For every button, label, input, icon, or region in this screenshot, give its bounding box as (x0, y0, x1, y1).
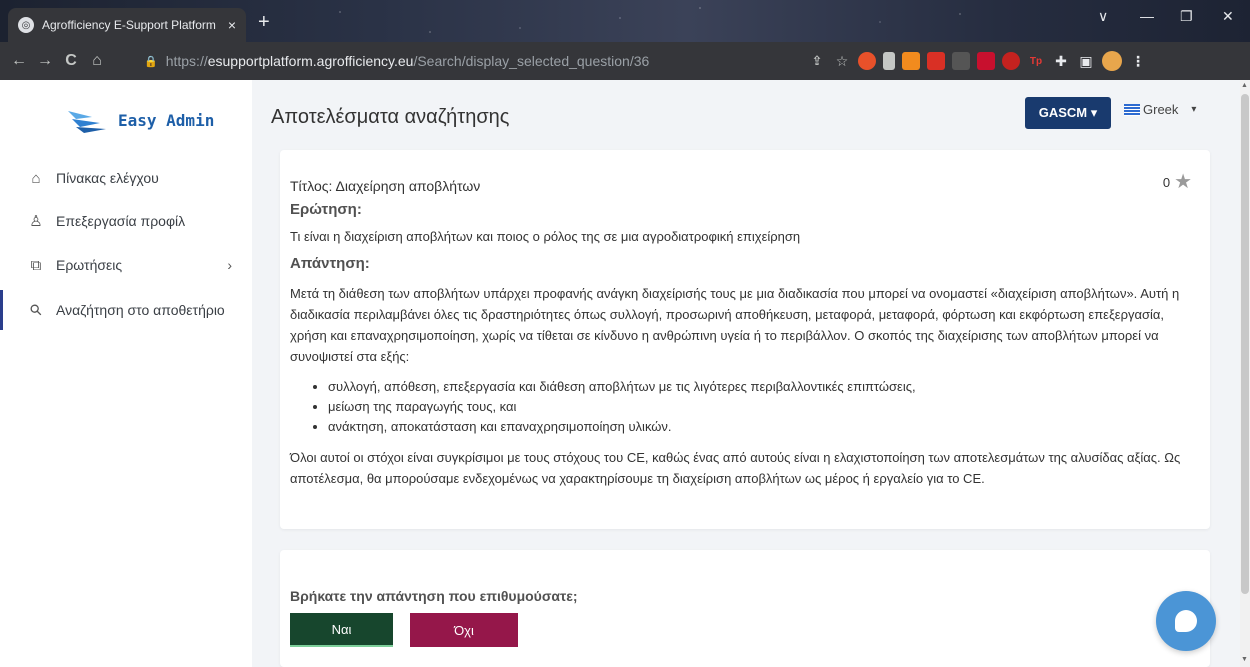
home-icon[interactable]: ⌂ (84, 52, 110, 70)
search-icon: ⚲ (26, 300, 47, 321)
no-button[interactable]: Όχι (410, 613, 518, 647)
scroll-down-icon[interactable]: ▼ (1241, 656, 1248, 663)
tab-search-icon[interactable]: ∨ (1098, 8, 1108, 25)
browser-tab-bar: ◎ Agrofficiency E-Support Platform × + ∨… (0, 0, 1250, 42)
address-bar[interactable]: 🔒 https://esupportplatform.agrofficiency… (134, 46, 794, 76)
question-heading: Ερώτηση: (290, 201, 362, 218)
forward-icon[interactable]: → (32, 52, 58, 70)
share-icon[interactable]: ⇪ (808, 52, 826, 70)
url-host: esupportplatform.agrofficiency.eu (207, 53, 414, 69)
language-selector[interactable]: Greek ▾ (1124, 102, 1196, 117)
star-icon[interactable]: ★ (1174, 172, 1192, 192)
sidebar-item-questions[interactable]: ⧉ Ερωτήσεις › (0, 245, 252, 285)
list-item: ανάκτηση, αποκατάσταση και επαναχρησιμοπ… (328, 417, 1198, 437)
sidebar-item-edit-profile[interactable]: ♙ Επεξεργασία προφίλ (0, 201, 252, 241)
brand-name: Easy Admin (118, 110, 215, 130)
list-item: μείωση της παραγωγής τους, και (328, 397, 1198, 417)
organization-dropdown-button[interactable]: GASCM ▾ (1025, 97, 1111, 129)
minimize-icon[interactable]: — (1140, 8, 1154, 24)
brand-logo[interactable]: Easy Admin (66, 107, 214, 133)
home-icon: ⌂ (31, 169, 41, 187)
rating[interactable]: 0 ★ (1163, 172, 1192, 192)
scroll-thumb[interactable] (1241, 94, 1249, 594)
chevron-down-icon: ▾ (1191, 104, 1197, 115)
result-title: Τίτλος: Διαχείρηση αποβλήτων (290, 178, 481, 194)
restore-icon[interactable]: ❐ (1180, 8, 1193, 25)
sidebar-item-repository-search[interactable]: ⚲ Αναζήτηση στο αποθετήριο (0, 290, 252, 330)
window-close-icon[interactable]: ✕ (1222, 8, 1234, 25)
main-content: Αποτελέσματα αναζήτησης GASCM ▾ Greek ▾ … (252, 80, 1240, 667)
extension-tp-icon[interactable]: Tp (1027, 52, 1045, 70)
greek-flag-icon (1124, 103, 1140, 116)
extension-mail-icon[interactable] (927, 52, 945, 70)
browser-toolbar: ← → C ⌂ 🔒 https://esupportplatform.agrof… (0, 42, 1250, 80)
sidebar-item-dashboard[interactable]: ⌂ Πίνακας ελέγχου (0, 158, 252, 198)
feedback-question: Βρήκατε την απάντηση που επιθυμούσατε; (290, 588, 578, 604)
url-scheme: https:// (165, 53, 208, 69)
list-item: συλλογή, απόθεση, επεξεργασία και διάθεσ… (328, 377, 1198, 397)
question-text: Τι είναι η διαχείριση αποβλήτων και ποιο… (290, 229, 801, 244)
chevron-right-icon: › (227, 257, 232, 273)
yes-button[interactable]: Ναι (290, 613, 393, 647)
browser-tab[interactable]: ◎ Agrofficiency E-Support Platform × (8, 8, 246, 42)
user-icon: ♙ (29, 213, 43, 230)
brand-icon (66, 107, 108, 133)
answer-bullet-list: συλλογή, απόθεση, επεξεργασία και διάθεσ… (328, 377, 1198, 437)
extension-red-icon[interactable] (858, 52, 876, 70)
tab-title: Agrofficiency E-Support Platform (42, 18, 216, 32)
sidebar-item-label: Πίνακας ελέγχου (56, 170, 159, 186)
feedback-card: Βρήκατε την απάντηση που επιθυμούσατε; Ν… (280, 550, 1210, 667)
side-panel-icon[interactable]: ▣ (1077, 52, 1095, 70)
page-title: Αποτελέσματα αναζήτησης (271, 106, 510, 128)
scroll-up-icon[interactable]: ▲ (1241, 82, 1248, 89)
rating-count: 0 (1162, 174, 1171, 190)
sidebar-item-label: Ερωτήσεις (56, 257, 123, 273)
reload-icon[interactable]: C (58, 52, 84, 70)
extension-ublock-icon[interactable] (1002, 52, 1020, 70)
answer-heading: Απάντηση: (290, 255, 370, 272)
sidebar-item-label: Επεξεργασία προφίλ (56, 213, 186, 229)
chat-bubble-icon (1175, 610, 1197, 632)
result-card: 0 ★ Τίτλος: Διαχείρηση αποβλήτων Ερώτηση… (280, 150, 1210, 529)
extension-z-icon[interactable] (952, 52, 970, 70)
sidebar: Easy Admin ⌂ Πίνακας ελέγχου ♙ Επεξεργασ… (0, 80, 252, 667)
extensions-area: ⇪ ☆ Tp ✚ ▣ ⋮ (808, 51, 1147, 71)
profile-avatar[interactable] (1102, 51, 1122, 71)
lock-icon: 🔒 (144, 55, 158, 68)
browser-menu-icon[interactable]: ⋮ (1129, 52, 1147, 70)
back-icon[interactable]: ← (6, 52, 32, 70)
answer-intro: Μετά τη διάθεση των αποβλήτων υπάρχει πρ… (290, 286, 1180, 364)
answer-outro: Όλοι αυτοί οι στόχοι είναι συγκρίσιμοι μ… (290, 450, 1181, 486)
questions-icon: ⧉ (30, 256, 42, 274)
extensions-puzzle-icon[interactable]: ✚ (1052, 52, 1070, 70)
tab-close-icon[interactable]: × (228, 17, 236, 33)
site-favicon-icon: ◎ (18, 17, 34, 33)
language-label: Greek (1143, 102, 1179, 117)
bookmark-star-icon[interactable]: ☆ (833, 52, 851, 70)
chat-widget-button[interactable] (1156, 591, 1216, 651)
sidebar-item-label: Αναζήτηση στο αποθετήριο (56, 302, 225, 318)
extension-doc-icon[interactable] (883, 52, 895, 70)
page-scrollbar[interactable]: ▲ ▼ (1240, 80, 1250, 667)
url-path: /Search/display_selected_question/36 (413, 53, 650, 69)
extension-sc-icon[interactable] (902, 52, 920, 70)
new-tab-icon[interactable]: + (258, 12, 270, 32)
extension-badge-icon[interactable] (977, 52, 995, 70)
